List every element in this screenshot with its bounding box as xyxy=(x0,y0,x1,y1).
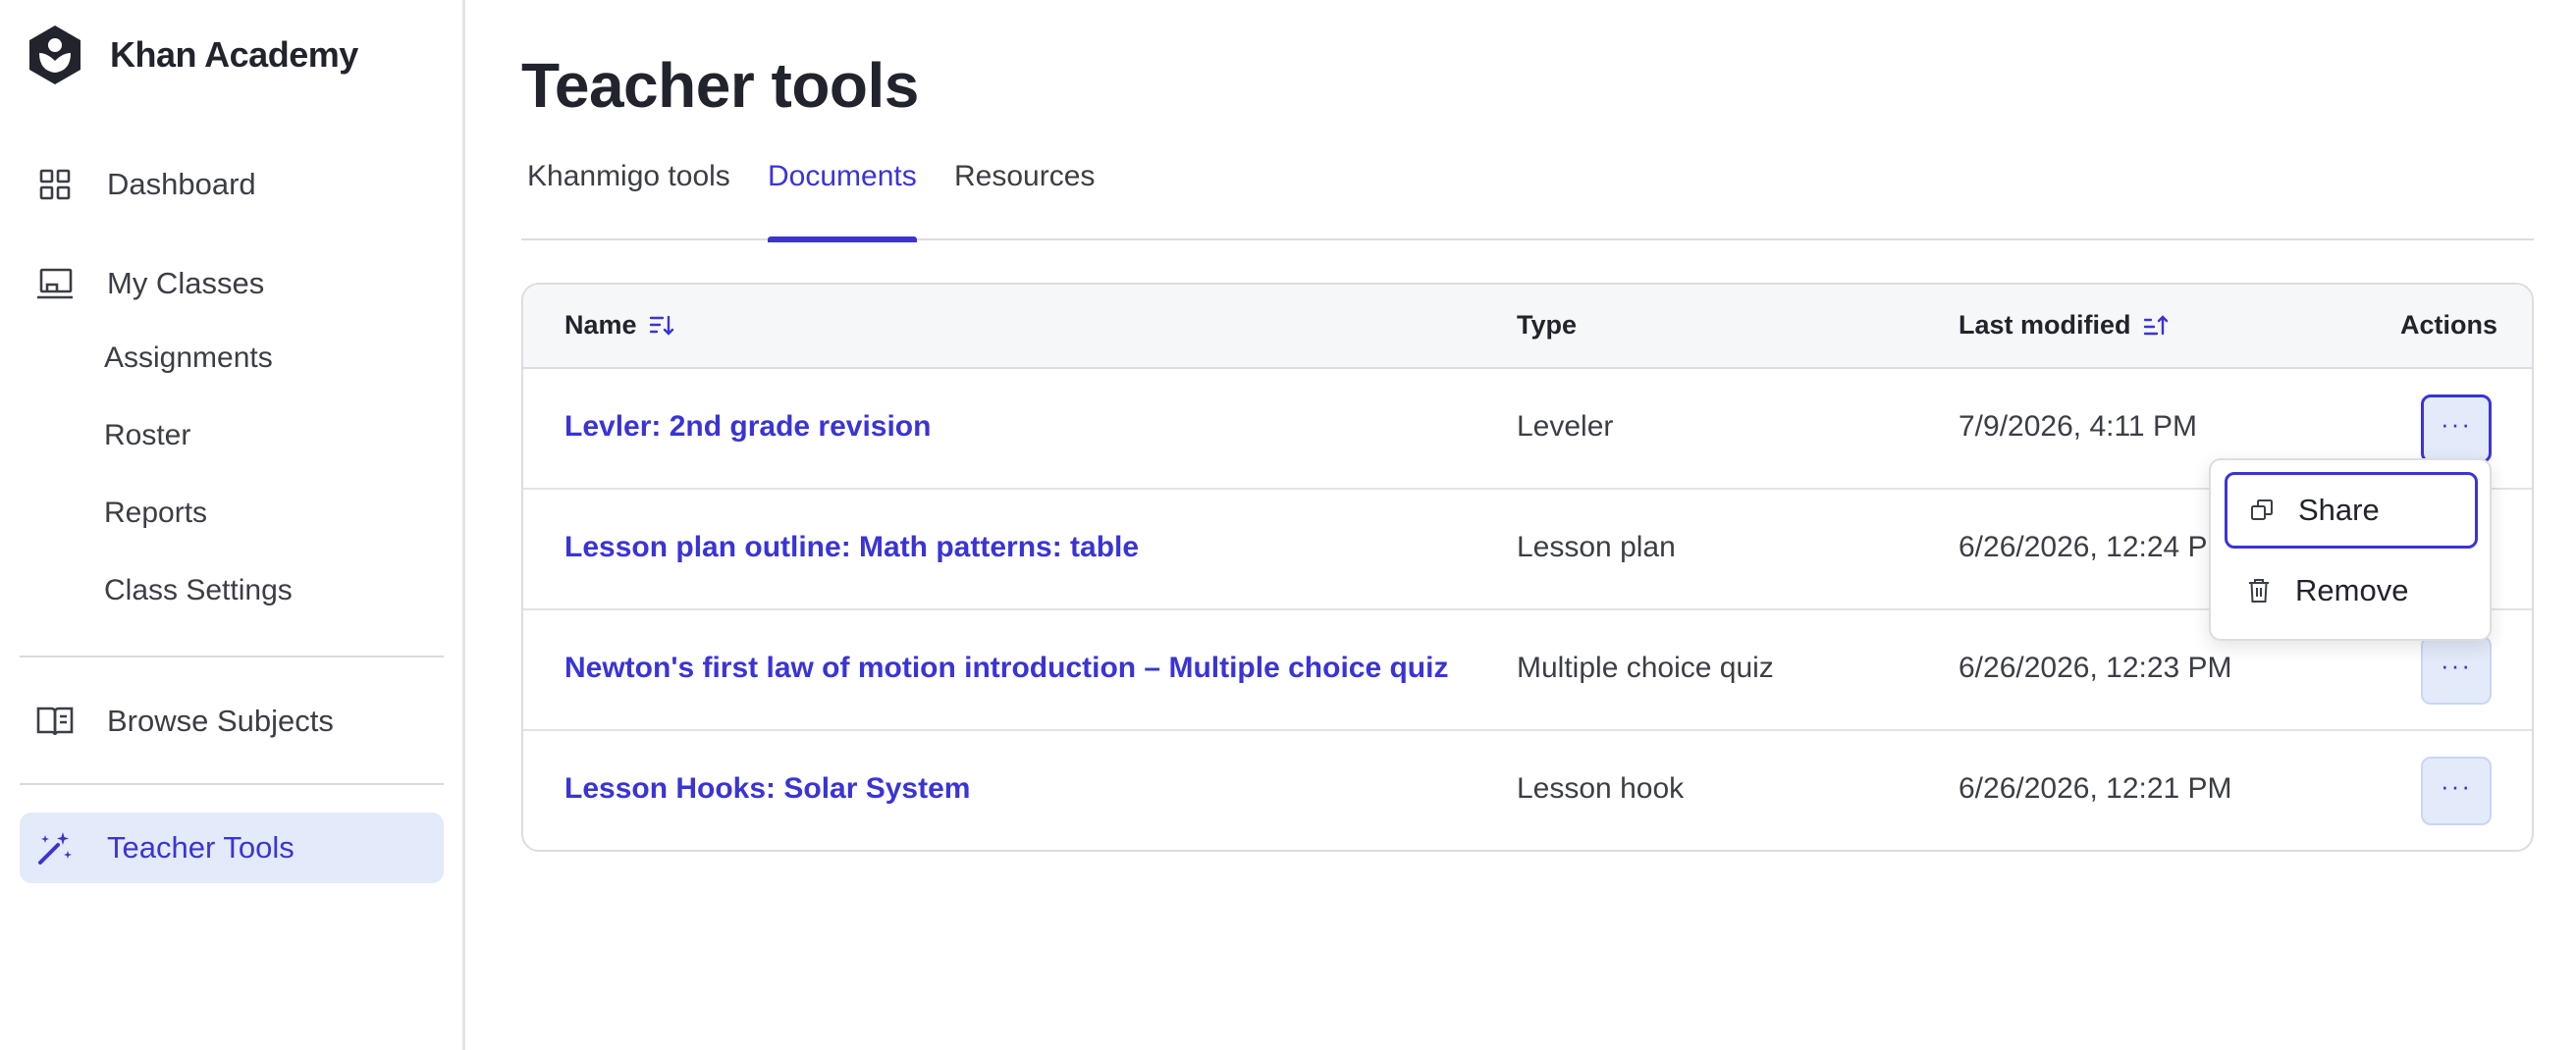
more-options-icon: ··· xyxy=(2441,770,2472,801)
book-icon xyxy=(35,702,75,741)
sidebar-divider xyxy=(20,656,444,657)
document-last-modified: 6/26/2026, 12:24 PM xyxy=(1959,531,2232,563)
sidebar-item-label: Browse Subjects xyxy=(107,704,334,738)
column-header-name[interactable]: Name xyxy=(564,310,674,341)
sidebar-item-browse-subjects[interactable]: Browse Subjects xyxy=(20,686,444,757)
sidebar-item-label: My Classes xyxy=(107,266,265,300)
document-type: Lesson hook xyxy=(1517,772,1685,805)
table-row: Lesson Hooks: Solar System Lesson hook 6… xyxy=(523,731,2532,850)
sidebar-item-label: Teacher Tools xyxy=(107,830,295,865)
document-link[interactable]: Lesson plan outline: Math patterns: tabl… xyxy=(564,531,1139,564)
sidebar-subitem-reports[interactable]: Reports xyxy=(104,497,207,530)
brand-link[interactable]: Khan Academy xyxy=(26,22,358,88)
actions-dropdown-menu: Share Remove xyxy=(2209,458,2492,641)
page-title: Teacher tools xyxy=(521,50,919,121)
document-link[interactable]: Levler: 2nd grade revision xyxy=(564,410,931,444)
trash-icon xyxy=(2244,576,2274,605)
table-header: Name Type Last modified Actions xyxy=(523,285,2532,369)
sidebar-subitem-roster[interactable]: Roster xyxy=(104,419,190,452)
document-last-modified: 6/26/2026, 12:21 PM xyxy=(1959,772,2232,805)
sort-ascending-icon xyxy=(2143,314,2168,335)
sidebar-item-label: Dashboard xyxy=(107,167,256,201)
menu-item-label: Share xyxy=(2298,493,2380,527)
tab-documents[interactable]: Documents xyxy=(768,160,917,242)
document-link[interactable]: Lesson Hooks: Solar System xyxy=(564,772,970,806)
document-type: Leveler xyxy=(1517,410,1614,443)
menu-item-remove[interactable]: Remove xyxy=(2225,552,2478,629)
tab-bar: Khanmigo tools Documents Resources xyxy=(521,152,2534,242)
column-header-last-modified[interactable]: Last modified xyxy=(1959,310,2169,341)
tab-khanmigo-tools[interactable]: Khanmigo tools xyxy=(527,160,730,240)
column-header-label: Name xyxy=(564,310,637,340)
menu-item-label: Remove xyxy=(2295,573,2409,607)
copy-share-icon xyxy=(2247,496,2277,525)
magic-wand-icon xyxy=(35,828,75,867)
tab-resources[interactable]: Resources xyxy=(954,160,1095,240)
sidebar-subitem-class-settings[interactable]: Class Settings xyxy=(104,574,293,607)
column-header-actions: Actions xyxy=(2400,310,2498,340)
sidebar: Khan Academy Dashboard My Classes Assign… xyxy=(0,0,465,1050)
sort-descending-icon xyxy=(649,315,673,336)
brand-name: Khan Academy xyxy=(110,34,358,75)
actions-menu-button[interactable]: ··· xyxy=(2421,636,2492,705)
sidebar-subitem-assignments[interactable]: Assignments xyxy=(104,341,273,375)
more-options-icon: ··· xyxy=(2441,408,2472,439)
document-last-modified: 7/9/2026, 4:11 PM xyxy=(1959,410,2197,443)
document-link[interactable]: Newton's first law of motion introductio… xyxy=(564,652,1448,685)
classroom-icon xyxy=(35,264,75,303)
sidebar-item-teacher-tools[interactable]: Teacher Tools xyxy=(20,813,444,883)
column-header-type: Type xyxy=(1517,310,1578,340)
menu-item-share[interactable]: Share xyxy=(2225,472,2478,549)
document-type: Multiple choice quiz xyxy=(1517,652,1774,684)
grid-icon xyxy=(35,165,75,204)
more-options-icon: ··· xyxy=(2441,650,2472,680)
document-type: Lesson plan xyxy=(1517,531,1676,563)
column-header-label: Last modified xyxy=(1959,310,2131,340)
actions-menu-button[interactable]: ··· xyxy=(2421,394,2492,463)
sidebar-divider xyxy=(20,783,444,785)
document-last-modified: 6/26/2026, 12:23 PM xyxy=(1959,652,2232,684)
sidebar-item-my-classes[interactable]: My Classes xyxy=(20,248,444,319)
actions-menu-button[interactable]: ··· xyxy=(2421,757,2492,825)
sidebar-item-dashboard[interactable]: Dashboard xyxy=(20,149,444,220)
khan-academy-logo xyxy=(29,26,80,84)
